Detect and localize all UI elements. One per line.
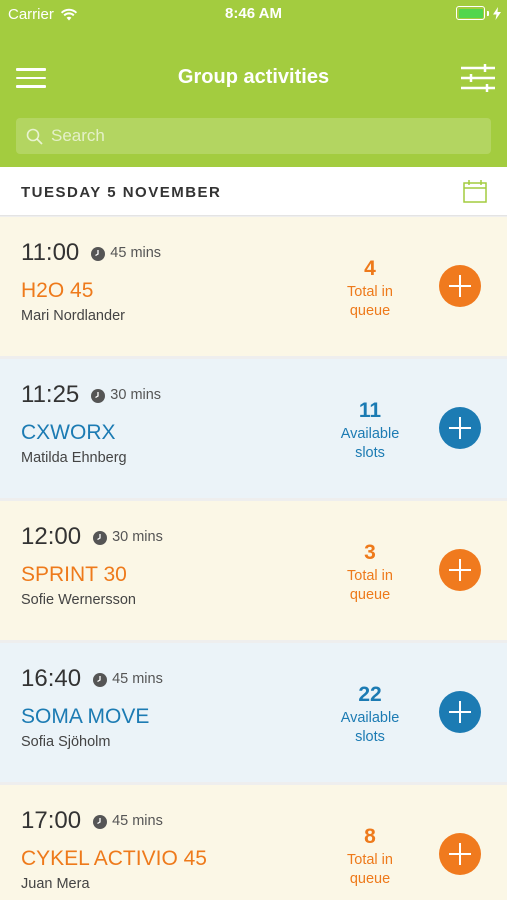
filter-button[interactable]: [461, 64, 495, 92]
add-button[interactable]: [439, 691, 481, 733]
search-bar[interactable]: [16, 118, 491, 154]
activity-card[interactable]: 12:00 30 mins SPRINT 30 Sofie Wernersson…: [0, 501, 507, 640]
status-bar: Carrier 8:46 AM: [0, 0, 507, 28]
plus-icon: [449, 559, 471, 581]
navigation-bar: Group activities: [0, 56, 507, 100]
activity-card[interactable]: 17:00 45 mins CYKEL ACTIVIO 45 Juan Mera…: [0, 785, 507, 900]
activity-duration: 30 mins: [93, 529, 163, 545]
activity-name: H2O 45: [21, 279, 94, 302]
count-number: 3: [364, 541, 376, 564]
count-label: Total in queue: [347, 852, 393, 887]
clock-icon: [93, 531, 108, 545]
search-input[interactable]: [51, 126, 451, 146]
activity-time: 11:25: [21, 381, 80, 408]
activity-card[interactable]: 11:25 30 mins CXWORX Matilda Ehnberg 11 …: [0, 359, 507, 498]
activity-duration: 45 mins: [93, 813, 163, 829]
count-number: 22: [358, 683, 382, 706]
activity-time: 16:40: [21, 665, 82, 692]
instructor-name: Matilda Ehnberg: [21, 450, 127, 466]
plus-icon: [449, 417, 471, 439]
availability-count: 8 Total in queue: [320, 825, 420, 889]
calendar-icon: [463, 180, 487, 203]
instructor-name: Sofia Sjöholm: [21, 734, 111, 750]
add-button[interactable]: [439, 833, 481, 875]
duration-label: 45 mins: [112, 813, 163, 829]
add-button[interactable]: [439, 407, 481, 449]
activity-name: CXWORX: [21, 421, 116, 444]
date-header: TUESDAY 5 NOVEMBER: [0, 167, 507, 216]
activity-card[interactable]: 16:40 45 mins SOMA MOVE Sofia Sjöholm 22…: [0, 643, 507, 782]
activity-duration: 45 mins: [91, 245, 161, 261]
count-number: 11: [358, 399, 382, 422]
duration-label: 30 mins: [112, 529, 163, 545]
activity-time: 17:00: [21, 807, 82, 834]
plus-icon: [449, 275, 471, 297]
instructor-name: Juan Mera: [21, 876, 90, 892]
duration-label: 45 mins: [112, 671, 163, 687]
count-label: Total in queue: [347, 568, 393, 603]
count-label: Available slots: [340, 710, 400, 745]
activity-list: 11:00 45 mins H2O 45 Mari Nordlander 4 T…: [0, 217, 507, 900]
instructor-name: Sofie Wernersson: [21, 592, 136, 608]
plus-icon: [449, 843, 471, 865]
add-button[interactable]: [439, 549, 481, 591]
clock-icon: [93, 673, 108, 687]
count-number: 8: [364, 825, 376, 848]
activity-name: CYKEL ACTIVIO 45: [21, 847, 207, 870]
duration-label: 45 mins: [110, 245, 162, 261]
clock-icon: [91, 389, 106, 403]
count-label: Total in queue: [347, 284, 393, 319]
count-label: Available slots: [340, 426, 400, 461]
activity-name: SOMA MOVE: [21, 705, 150, 728]
availability-count: 11 Available slots: [320, 399, 420, 463]
clock-icon: [91, 247, 106, 261]
activity-time: 11:00: [21, 239, 80, 266]
activity-duration: 30 mins: [91, 387, 161, 403]
activity-duration: 45 mins: [93, 671, 163, 687]
search-icon: [26, 128, 43, 145]
availability-count: 4 Total in queue: [320, 257, 420, 321]
availability-count: 3 Total in queue: [320, 541, 420, 605]
page-title: Group activities: [177, 66, 330, 88]
app-header: Carrier 8:46 AM Group activities: [0, 0, 507, 167]
instructor-name: Mari Nordlander: [21, 308, 125, 324]
sliders-icon: [461, 64, 495, 92]
clock-icon: [93, 815, 108, 829]
plus-icon: [449, 701, 471, 723]
count-number: 4: [364, 257, 376, 280]
charging-bolt-icon: [493, 6, 501, 20]
status-time: 8:46 AM: [225, 5, 282, 22]
battery-icon: [456, 6, 501, 20]
duration-label: 30 mins: [110, 387, 162, 403]
date-label: TUESDAY 5 NOVEMBER: [21, 184, 222, 201]
activity-time: 12:00: [21, 523, 82, 550]
activity-card[interactable]: 11:00 45 mins H2O 45 Mari Nordlander 4 T…: [0, 217, 507, 356]
availability-count: 22 Available slots: [320, 683, 420, 747]
activity-name: SPRINT 30: [21, 563, 127, 586]
calendar-button[interactable]: [463, 180, 487, 203]
add-button[interactable]: [439, 265, 481, 307]
